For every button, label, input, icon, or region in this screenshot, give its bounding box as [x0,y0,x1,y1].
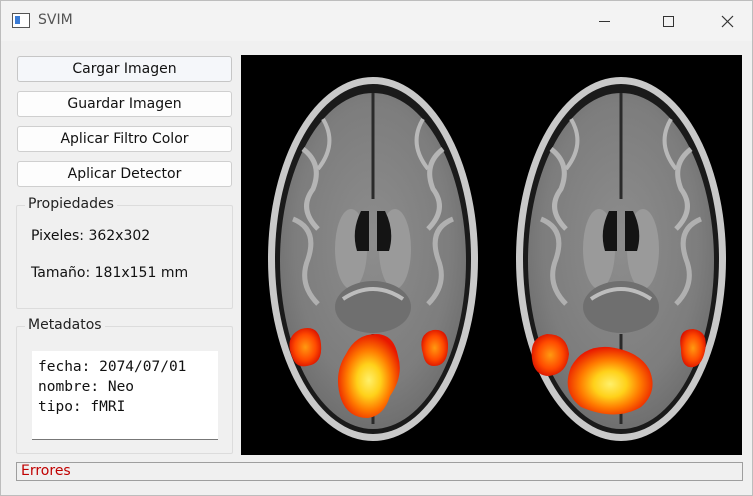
save-image-button[interactable]: Guardar Imagen [17,91,232,117]
size-label: Tamaño: 181x151 mm [31,265,189,281]
window-title: SVIM [38,12,73,28]
minimize-icon [598,20,610,22]
close-icon [721,15,733,27]
metadata-group: Metadatos fecha: 2074/07/01 nombre: Neo … [16,317,233,454]
errors-label: Errores [21,463,71,479]
image-viewer[interactable] [241,55,742,455]
metadata-textbox[interactable]: fecha: 2074/07/01 nombre: Neo tipo: fMRI [32,351,218,440]
title-bar[interactable]: SVIM [1,1,752,41]
metadata-line-type: tipo: fMRI [38,399,126,415]
maximize-icon [662,15,674,27]
metadata-line-date: fecha: 2074/07/01 [38,359,187,375]
errors-field: Errores [16,462,743,481]
brain-scan-image [241,55,742,455]
metadata-legend: Metadatos [25,317,105,333]
close-button[interactable] [704,1,750,41]
pixels-label: Pixeles: 362x302 [31,228,151,244]
app-window-icon [12,13,30,28]
load-image-button[interactable]: Cargar Imagen [17,56,232,82]
properties-legend: Propiedades [25,196,117,212]
metadata-line-name: nombre: Neo [38,379,135,395]
apply-color-filter-button[interactable]: Aplicar Filtro Color [17,126,232,152]
app-window: SVIM Cargar Imagen Guardar Imagen Aplica… [0,0,753,496]
minimize-button[interactable] [581,1,627,41]
properties-group: Propiedades Pixeles: 362x302 Tamaño: 181… [16,196,233,309]
maximize-button[interactable] [645,1,691,41]
apply-detector-button[interactable]: Aplicar Detector [17,161,232,187]
